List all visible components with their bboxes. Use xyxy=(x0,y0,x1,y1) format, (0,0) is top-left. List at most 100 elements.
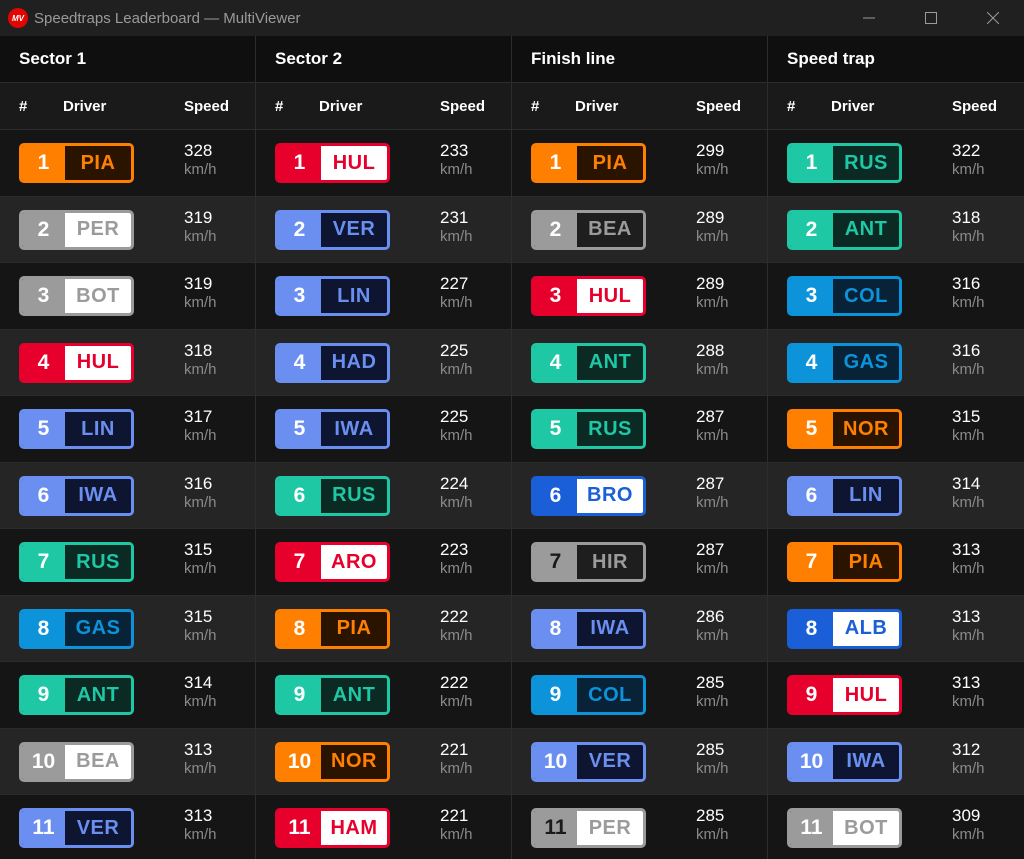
speed-number: 286 xyxy=(696,606,725,626)
position-number: 9 xyxy=(22,678,65,712)
driver-badge: 3 BOT xyxy=(19,276,134,316)
position-number: 7 xyxy=(278,545,321,579)
speed-unit: km/h xyxy=(184,227,217,245)
speed-value: 309 km/h xyxy=(952,806,985,844)
position-number: 11 xyxy=(278,811,321,845)
close-icon xyxy=(987,12,999,24)
speed-number: 225 xyxy=(440,407,469,426)
speed-unit: km/h xyxy=(952,693,985,711)
leaderboard-row: 8 PIA 222 km/h xyxy=(256,595,511,662)
driver-badge: 1 PIA xyxy=(531,143,646,183)
driver-badge: 3 HUL xyxy=(531,276,646,316)
leaderboard-row: 10 IWA 312 km/h xyxy=(768,728,1024,795)
speed-value: 315 km/h xyxy=(184,540,217,578)
leaderboard-row: 8 GAS 315 km/h xyxy=(0,595,255,662)
speed-value: 319 km/h xyxy=(184,274,217,312)
driver-badge: 2 PER xyxy=(19,209,134,250)
driver-badge: 4 HAD xyxy=(275,342,390,383)
speed-unit: km/h xyxy=(696,294,729,312)
leaderboard-row: 7 PIA 313 km/h xyxy=(768,529,1024,596)
leaderboard-row: 3 COL 316 km/h xyxy=(768,263,1024,330)
position-number: 1 xyxy=(534,146,577,180)
speed-value: 222 km/h xyxy=(440,607,473,645)
speed-unit: km/h xyxy=(440,826,473,844)
speed-unit: km/h xyxy=(696,759,729,777)
speed-unit: km/h xyxy=(952,759,985,777)
title-bar: MV Speedtraps Leaderboard — MultiViewer xyxy=(0,0,1024,36)
driver-code: VER xyxy=(65,811,131,845)
leaderboard-row: 7 HIR 287 km/h xyxy=(512,529,767,596)
speed-value: 287 km/h xyxy=(696,540,729,578)
position-number: 9 xyxy=(278,678,321,712)
speed-number: 312 xyxy=(952,739,981,759)
speed-number: 319 xyxy=(184,274,213,293)
speed-value: 328 km/h xyxy=(184,141,217,179)
speed-value: 225 km/h xyxy=(440,407,473,445)
leaderboard-row: 4 GAS 316 km/h xyxy=(768,329,1024,396)
driver-badge: 7 HIR xyxy=(531,542,646,582)
speed-value: 318 km/h xyxy=(184,341,217,379)
speed-value: 313 km/h xyxy=(952,607,985,645)
speed-number: 322 xyxy=(952,141,981,160)
driver-code: VER xyxy=(321,212,387,247)
speed-unit: km/h xyxy=(184,493,217,511)
leaderboard-row: 9 ANT 222 km/h xyxy=(256,662,511,729)
driver-code: COL xyxy=(833,279,899,313)
speed-unit: km/h xyxy=(440,427,473,445)
speed-number: 313 xyxy=(952,673,981,692)
speed-value: 289 km/h xyxy=(696,208,729,246)
leaderboard-row: 4 ANT 288 km/h xyxy=(512,329,767,396)
close-button[interactable] xyxy=(962,0,1024,36)
driver-badge: 4 GAS xyxy=(787,342,902,383)
driver-code: ANT xyxy=(833,212,899,247)
leaderboard-row: 11 BOT 309 km/h xyxy=(768,795,1024,859)
column-title: Speed trap xyxy=(768,36,1024,83)
leaderboard-row: 2 VER 231 km/h xyxy=(256,196,511,263)
driver-code: BRO xyxy=(577,478,643,513)
speed-unit: km/h xyxy=(952,427,985,445)
speed-value: 316 km/h xyxy=(952,341,985,379)
header-position: # xyxy=(19,97,28,115)
minimize-button[interactable] xyxy=(838,0,900,36)
column-title: Sector 2 xyxy=(256,36,511,83)
leaderboard-row: 5 IWA 225 km/h xyxy=(256,396,511,463)
maximize-button[interactable] xyxy=(900,0,962,36)
speed-unit: km/h xyxy=(440,493,473,511)
driver-badge: 1 RUS xyxy=(787,143,902,183)
speed-unit: km/h xyxy=(184,161,217,179)
speed-value: 318 km/h xyxy=(952,208,985,246)
position-number: 3 xyxy=(790,279,833,313)
position-number: 4 xyxy=(534,345,577,380)
driver-badge: 3 LIN xyxy=(275,276,390,316)
driver-code: NOR xyxy=(833,412,899,446)
speed-value: 286 km/h xyxy=(696,607,729,645)
leaderboard-row: 3 BOT 319 km/h xyxy=(0,263,255,330)
position-number: 8 xyxy=(790,611,833,646)
driver-badge: 2 VER xyxy=(275,209,390,250)
header-speed: Speed xyxy=(440,97,486,115)
column-header-row: # Driver Speed xyxy=(0,83,255,130)
speed-unit: km/h xyxy=(696,360,729,378)
speed-number: 287 xyxy=(696,407,725,426)
header-position: # xyxy=(531,97,540,115)
position-number: 4 xyxy=(278,345,321,380)
speed-number: 315 xyxy=(184,606,213,626)
driver-badge: 3 COL xyxy=(787,276,902,316)
speed-number: 319 xyxy=(184,207,213,227)
driver-code: HUL xyxy=(577,279,643,313)
driver-badge: 11 VER xyxy=(19,808,134,848)
position-number: 9 xyxy=(790,678,833,712)
position-number: 7 xyxy=(22,545,65,579)
speed-unit: km/h xyxy=(696,227,729,245)
speed-number: 285 xyxy=(696,673,725,692)
position-number: 1 xyxy=(278,146,321,180)
leaderboard-row: 8 IWA 286 km/h xyxy=(512,595,767,662)
speed-unit: km/h xyxy=(184,360,217,378)
speed-value: 322 km/h xyxy=(952,141,985,179)
column-header-row: # Driver Speed xyxy=(512,83,767,130)
speed-value: 225 km/h xyxy=(440,341,473,379)
speed-number: 289 xyxy=(696,274,725,293)
position-number: 6 xyxy=(534,478,577,513)
speed-number: 316 xyxy=(952,274,981,293)
leaderboard-row: 9 COL 285 km/h xyxy=(512,662,767,729)
